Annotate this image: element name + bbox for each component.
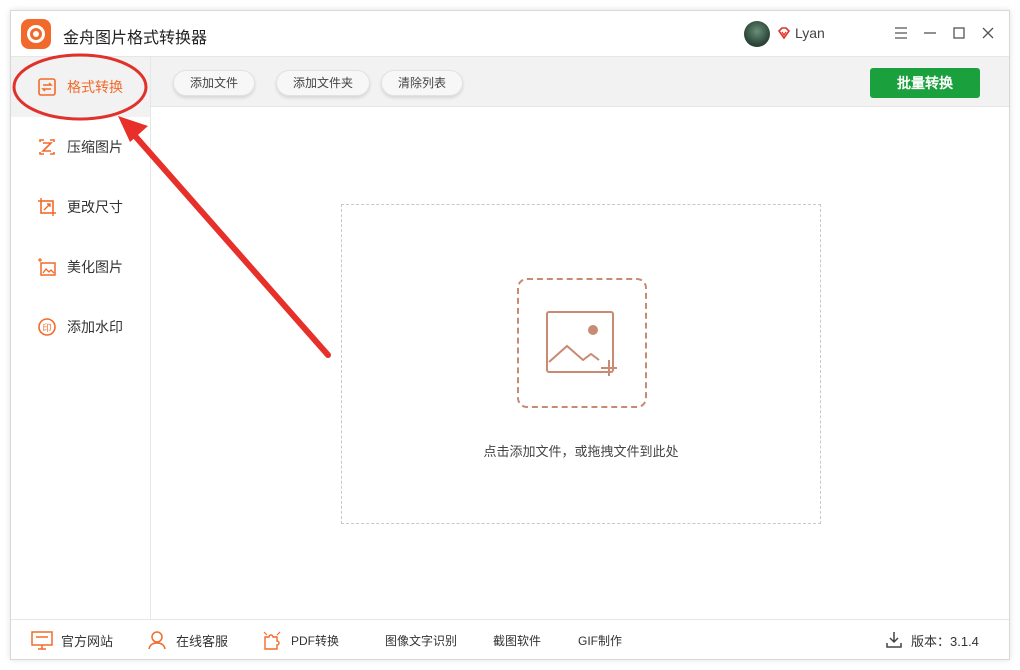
sidebar-item-format-convert[interactable]: 格式转换 [11, 57, 150, 117]
vip-diamond-icon [777, 27, 791, 40]
drop-hint-text: 点击添加文件，或拖拽文件到此处 [483, 444, 679, 459]
pdf-convert-label: PDF转换 [291, 633, 340, 648]
sidebar-item-beautify[interactable]: 美化图片 [11, 237, 150, 297]
convert-icon [38, 78, 56, 96]
batch-convert-button[interactable]: 批量转换 [870, 68, 980, 98]
app-title: 金舟图片格式转换器 [63, 30, 208, 47]
online-service-link[interactable]: 在线客服 [146, 620, 228, 660]
add-file-button[interactable]: 添加文件 [173, 70, 256, 96]
clear-list-button[interactable]: 清除列表 [381, 70, 464, 96]
sidebar: 格式转换 压缩图片 更改尺寸 美化图片 印 添加水印 [11, 57, 151, 619]
title-bar: 金舟图片格式转换器 Lyan [11, 11, 1009, 57]
puzzle-icon [263, 631, 281, 650]
add-image-icon[interactable] [517, 278, 647, 408]
watermark-icon: 印 [38, 318, 56, 336]
customer-service-icon [148, 631, 166, 650]
app-logo-icon [21, 19, 51, 49]
footer-bar: 官方网站 在线客服 PDF转换 图像文字识别 截图软件 GIF制作 版本：3.1… [11, 619, 1009, 659]
svg-text:印: 印 [42, 322, 51, 334]
user-name[interactable]: Lyan [795, 25, 825, 41]
menu-icon[interactable] [889, 21, 913, 45]
version-label: 版本：3.1.4 [911, 633, 979, 649]
add-folder-button[interactable]: 添加文件夹 [276, 70, 371, 96]
pdf-convert-link[interactable]: PDF转换 [261, 620, 339, 660]
minimize-icon[interactable] [918, 21, 942, 45]
version-info[interactable]: 版本：3.1.4 [885, 620, 979, 660]
app-window: 金舟图片格式转换器 Lyan 格式转换 压缩图片 更改尺寸 美化图片 印 添加水… [10, 10, 1010, 660]
beautify-icon [38, 258, 56, 276]
sidebar-item-label: 格式转换 [67, 79, 123, 95]
toolbar: 添加文件 添加文件夹 清除列表 批量转换 [151, 57, 1009, 107]
compress-icon [39, 139, 55, 155]
ocr-link[interactable]: 图像文字识别 [385, 620, 457, 660]
sidebar-item-resize[interactable]: 更改尺寸 [11, 177, 150, 237]
sidebar-item-label: 更改尺寸 [67, 199, 123, 215]
user-avatar[interactable] [744, 21, 770, 47]
sidebar-item-label: 添加水印 [67, 319, 123, 335]
maximize-icon[interactable] [947, 21, 971, 45]
sidebar-item-compress[interactable]: 压缩图片 [11, 117, 150, 177]
download-icon [886, 632, 902, 648]
file-drop-zone[interactable]: 点击添加文件，或拖拽文件到此处 [341, 204, 821, 524]
monitor-icon [31, 631, 53, 650]
online-service-label: 在线客服 [176, 633, 229, 649]
gif-maker-link[interactable]: GIF制作 [578, 620, 622, 660]
screenshot-software-link[interactable]: 截图软件 [493, 620, 541, 660]
official-site-label: 官方网站 [61, 633, 114, 649]
official-site-link[interactable]: 官方网站 [31, 620, 113, 660]
close-icon[interactable] [976, 21, 1000, 45]
resize-icon [38, 198, 56, 216]
sidebar-item-watermark[interactable]: 印 添加水印 [11, 297, 150, 357]
sidebar-item-label: 美化图片 [67, 259, 123, 275]
sidebar-item-label: 压缩图片 [67, 139, 123, 155]
